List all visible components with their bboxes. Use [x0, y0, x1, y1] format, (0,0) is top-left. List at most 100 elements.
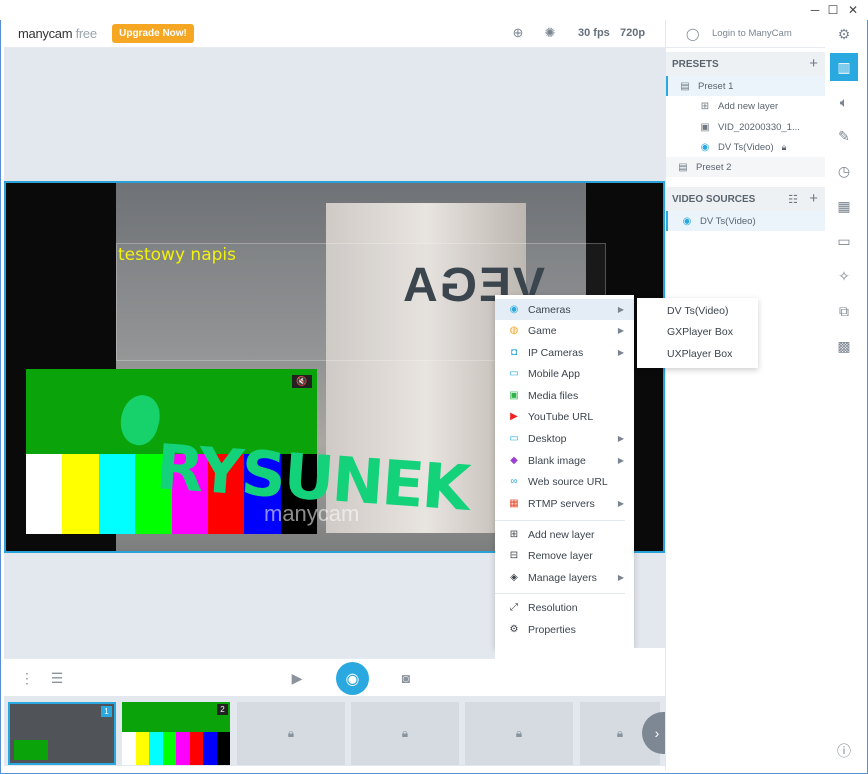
login-link[interactable]: ◯ Login to ManyCam: [666, 20, 826, 48]
menu-item-game[interactable]: ◍ Game ▶: [495, 320, 634, 341]
menu-shadow-area: [495, 648, 665, 696]
youtube-icon: ▶: [510, 411, 518, 422]
resolution-indicator[interactable]: 720p: [620, 27, 645, 39]
preset-item[interactable]: ▤ Preset 1: [666, 76, 826, 96]
preset-item[interactable]: ▤ Preset 2: [666, 157, 826, 177]
lock-icon[interactable]: 🔒︎: [782, 142, 787, 153]
effects-icon[interactable]: ▦: [830, 192, 858, 220]
menu-item-ip-cameras[interactable]: ◘ IP Cameras ▶: [495, 342, 634, 363]
menu-label: Remove layer: [528, 549, 593, 562]
menu-label: Game: [528, 324, 557, 337]
preset-thumbnails: 1 2 🔒︎ 🔒︎ 🔒︎ 🔒︎: [4, 696, 665, 766]
menu-item-remove-layer[interactable]: ⊟ Remove layer: [495, 545, 634, 566]
video-source-label: DV Ts(Video): [700, 215, 756, 227]
video-sources-title: VIDEO SOURCES: [672, 193, 756, 205]
camera-icon: ◉: [509, 304, 519, 315]
link-icon: ∞: [510, 476, 518, 487]
thumbnail-locked[interactable]: 🔒︎: [237, 702, 345, 765]
cameras-submenu: DV Ts(Video) GXPlayer Box UXPlayer Box: [637, 298, 758, 368]
audio-icon[interactable]: 🔈︎: [830, 88, 858, 116]
thumbnail-locked[interactable]: 🔒︎: [351, 702, 459, 765]
menu-item-cameras[interactable]: ◉ Cameras ▶: [495, 299, 634, 320]
menu-label: Media files: [528, 389, 579, 402]
camera-icon: ◉: [682, 215, 692, 227]
menu-item-resolution[interactable]: ⤢ Resolution: [495, 597, 634, 618]
thumbnail-preset-2[interactable]: 2: [122, 702, 230, 765]
menu-item-rtmp-servers[interactable]: ▦ RTMP servers ▶: [495, 493, 634, 514]
layer-label: DV Ts(Video): [718, 141, 774, 153]
menu-item-properties[interactable]: ⚙ Properties: [495, 619, 634, 640]
layer-item[interactable]: ▣ VID_20200330_1...: [666, 117, 826, 137]
record-video-icon[interactable]: ▶: [288, 669, 306, 687]
presets-header: PRESETS +: [666, 52, 826, 76]
submenu-item-gxplayer[interactable]: GXPlayer Box: [637, 321, 758, 342]
presets-icon[interactable]: ▥: [830, 53, 858, 81]
media-icon[interactable]: ⧉: [830, 297, 858, 325]
thumb-pip: [14, 740, 48, 760]
test-bar: [98, 454, 136, 534]
app-logo: manycam free: [18, 26, 97, 41]
chevron-right-icon: ▶: [617, 499, 624, 508]
close-button[interactable]: ✕: [845, 2, 861, 18]
menu-label: Web source URL: [528, 475, 608, 488]
settings-sliders-icon[interactable]: ☷: [788, 193, 798, 206]
add-source-icon[interactable]: +: [809, 190, 818, 207]
menu-item-media-files[interactable]: ▣ Media files: [495, 385, 634, 406]
minimize-button[interactable]: ─: [807, 2, 823, 18]
snapshot-icon[interactable]: ◙: [397, 669, 415, 687]
clock-icon[interactable]: ◷: [830, 157, 858, 185]
add-layer-item[interactable]: ⊞ Add new layer: [666, 96, 826, 116]
draw-icon[interactable]: ✎: [830, 122, 858, 150]
menu-item-web-source-url[interactable]: ∞ Web source URL: [495, 471, 634, 492]
lock-icon: 🔒︎: [616, 726, 624, 740]
preset-label: Preset 2: [696, 161, 732, 173]
test-bar: [135, 732, 149, 765]
thumb-bars: [122, 732, 230, 765]
menu-item-add-new-layer[interactable]: ⊞ Add new layer: [495, 524, 634, 545]
preset-label: Preset 1: [698, 80, 734, 92]
zoom-icon[interactable]: ⊕: [510, 25, 526, 41]
test-bar: [149, 732, 163, 765]
menu-item-desktop[interactable]: ▭ Desktop ▶: [495, 428, 634, 449]
menu-item-mobile-app[interactable]: ▭ Mobile App: [495, 363, 634, 384]
add-layer-icon: ⊞: [700, 100, 710, 112]
menu-item-manage-layers[interactable]: ◈ Manage layers ▶: [495, 567, 634, 588]
info-icon[interactable]: ⓘ: [830, 737, 858, 765]
submenu-item-uxplayer[interactable]: UXPlayer Box: [637, 343, 758, 364]
text-overlay[interactable]: testowy napis: [118, 245, 236, 265]
chevron-right-icon: ▶: [617, 573, 624, 582]
paint-icon: ◆: [510, 455, 518, 466]
broadcast-button[interactable]: ◉: [336, 662, 369, 695]
thumbnail-preset-1[interactable]: 1: [8, 702, 116, 765]
more-options-icon[interactable]: ⋮: [18, 669, 36, 687]
video-source-item[interactable]: ◉ DV Ts(Video): [666, 211, 826, 231]
add-preset-icon[interactable]: +: [809, 55, 818, 72]
video-sources-header: VIDEO SOURCES ☷ +: [666, 187, 826, 211]
test-bar: [203, 732, 217, 765]
qr-code-icon[interactable]: ▩: [830, 332, 858, 360]
title-bar: ─ ☐ ✕: [0, 0, 868, 20]
magic-wand-icon[interactable]: ✧: [830, 262, 858, 290]
playlist-icon[interactable]: ☰: [48, 669, 66, 687]
lower-thirds-icon[interactable]: ▭: [830, 227, 858, 255]
maximize-button[interactable]: ☐: [825, 2, 841, 18]
thumbnail-locked[interactable]: 🔒︎: [465, 702, 573, 765]
menu-label: Add new layer: [528, 528, 595, 541]
brightness-icon[interactable]: ✺: [542, 25, 558, 41]
camera-icon: ◉: [700, 141, 710, 153]
menu-item-blank-image[interactable]: ◆ Blank image ▶: [495, 450, 634, 471]
gear-icon[interactable]: ⚙: [830, 20, 858, 48]
preset-icon: ▤: [678, 161, 688, 173]
layer-item[interactable]: ◉ DV Ts(Video) 🔒︎: [666, 137, 826, 157]
chevron-right-icon: ▶: [617, 434, 624, 443]
menu-label: Resolution: [528, 601, 578, 614]
chevron-right-icon: ▶: [617, 348, 624, 357]
image-icon: ▣: [509, 390, 519, 401]
fps-indicator[interactable]: 30 fps: [578, 27, 610, 39]
mute-icon[interactable]: 🔇: [292, 375, 312, 388]
upgrade-button[interactable]: Upgrade Now!: [112, 24, 194, 43]
thumbnail-number: 1: [101, 706, 112, 717]
submenu-item-dv-ts[interactable]: DV Ts(Video): [637, 300, 758, 321]
gamepad-icon: ◍: [509, 325, 519, 336]
menu-item-youtube-url[interactable]: ▶ YouTube URL: [495, 406, 634, 427]
